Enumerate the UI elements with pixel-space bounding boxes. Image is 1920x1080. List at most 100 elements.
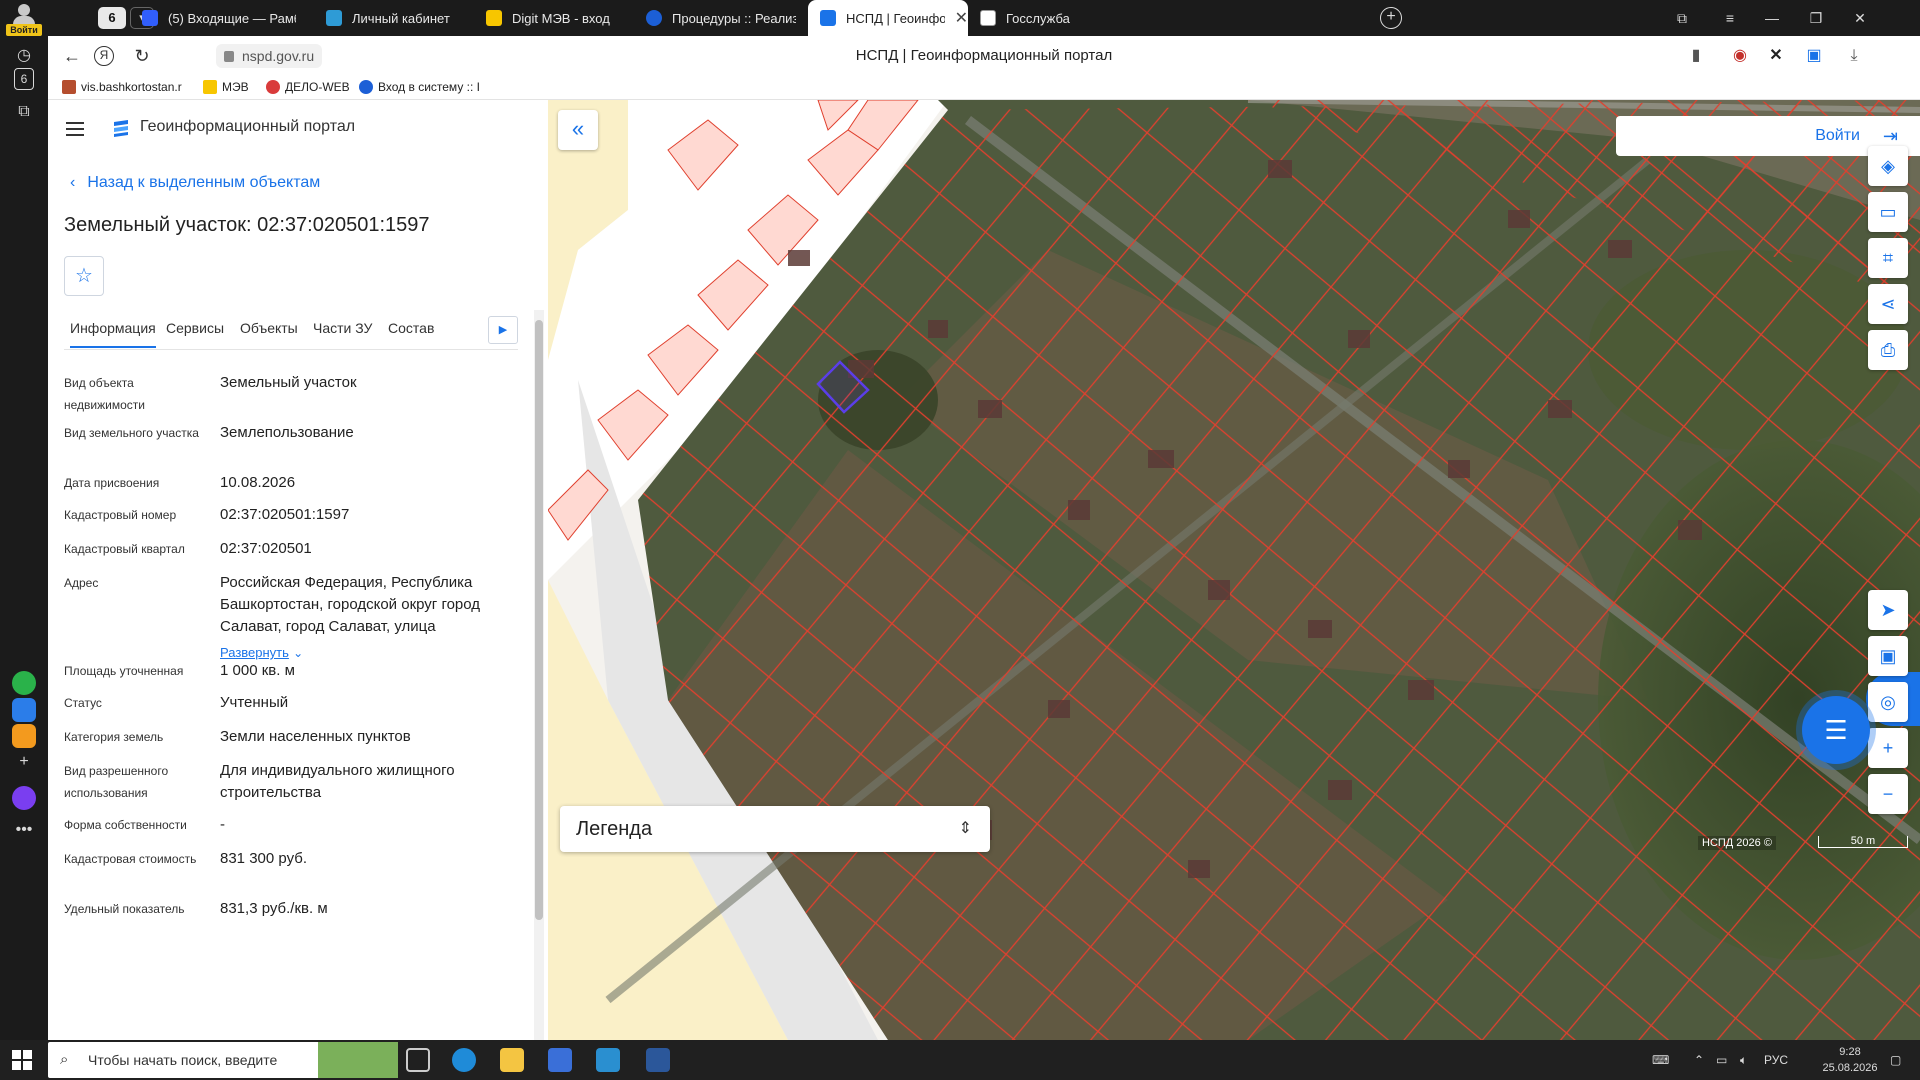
map-copyright: НСПД 2026 © xyxy=(1698,836,1776,850)
tab-composition[interactable]: Состав xyxy=(388,320,434,336)
tab-cabinet[interactable]: Личный кабинет xyxy=(314,0,474,36)
profile-badge: Войти xyxy=(6,24,42,36)
map-canvas[interactable] xyxy=(548,100,1920,1040)
object-panel: Геоинформационный портал ‹ Назад к выделе… xyxy=(48,100,548,1040)
sidebar-app-icon[interactable] xyxy=(12,724,36,748)
notification-icon[interactable]: ▢ xyxy=(1890,1040,1901,1080)
zoom-out-button[interactable]: − xyxy=(1868,774,1908,814)
extension-icon[interactable]: ✕ xyxy=(1764,44,1788,68)
network-icon[interactable]: ▭ xyxy=(1716,1040,1727,1080)
panel-scrollbar[interactable] xyxy=(534,300,544,1040)
bookmark-vis[interactable]: vis.bashkortostan.r xyxy=(62,80,182,94)
bookmark-mev[interactable]: МЭВ xyxy=(203,80,249,94)
tab-strip: 6 ▾ (5) Входящие — Рамблер Личный кабине… xyxy=(48,0,1920,36)
tab-information[interactable]: Информация xyxy=(70,320,156,348)
volume-icon[interactable]: 🔈︎ xyxy=(1740,1040,1747,1080)
taskbar-search[interactable]: ⌕ Чтобы начать поиск, введите xyxy=(48,1042,398,1078)
extension-icon[interactable]: ◉ xyxy=(1728,44,1752,68)
bookmark-delo[interactable]: ДЕЛО-WEB xyxy=(266,80,350,94)
file-explorer-icon[interactable] xyxy=(500,1048,524,1072)
mail-icon xyxy=(142,10,158,26)
tab-rambler[interactable]: (5) Входящие — Рамблер xyxy=(130,0,296,36)
tab-parts[interactable]: Части ЗУ xyxy=(313,320,372,336)
reload-icon[interactable]: ↻ xyxy=(130,44,154,68)
new-tab-button[interactable]: + xyxy=(1380,7,1402,29)
tabs-scroll-right-icon[interactable]: ▶ xyxy=(488,316,518,344)
restore-button[interactable]: ❐ xyxy=(1794,0,1838,36)
windows-start-icon[interactable] xyxy=(12,1050,32,1070)
bookmark-icon[interactable]: ▮ xyxy=(1684,44,1708,68)
close-tab-icon[interactable]: ✕ xyxy=(955,8,968,28)
url-field[interactable]: nspd.gov.ru xyxy=(216,44,323,68)
site-icon xyxy=(486,10,502,26)
sidebar-app-icon[interactable] xyxy=(12,698,36,722)
share-icon[interactable]: ⋖ xyxy=(1868,284,1908,324)
tab-gossluzhba[interactable]: Госслужба xyxy=(968,0,1128,36)
system-clock[interactable]: 9:28 25.08.2026 xyxy=(1820,1044,1880,1076)
yandex-icon[interactable]: Я xyxy=(94,46,114,66)
word-icon[interactable] xyxy=(646,1048,670,1072)
alice-icon[interactable] xyxy=(12,786,36,810)
more-icon[interactable]: ••• xyxy=(12,818,36,842)
menu-icon[interactable] xyxy=(66,122,84,136)
history-icon[interactable]: ◷ xyxy=(12,44,36,68)
lock-icon xyxy=(224,51,234,62)
yandex-browser-icon[interactable] xyxy=(548,1048,572,1072)
app-icon[interactable] xyxy=(596,1048,620,1072)
minimap-icon[interactable]: ▣ xyxy=(1868,636,1908,676)
bookmarks-bar: vis.bashkortostan.r МЭВ ДЕЛО-WEB Вход в … xyxy=(48,76,1920,100)
add-icon[interactable]: + xyxy=(12,750,36,774)
chevron-down-icon: ⌄ xyxy=(293,646,304,660)
page-title: НСПД | Геоинформационный портал xyxy=(855,47,1113,64)
portal-title: Геоинформационный портал xyxy=(140,118,356,135)
bookmark-login[interactable]: Вход в систему :: I xyxy=(359,80,480,94)
chevron-updown-icon[interactable]: ⇕ xyxy=(959,806,972,852)
print-icon[interactable]: ⎙ xyxy=(1868,330,1908,370)
select-area-icon[interactable]: ⌗ xyxy=(1868,238,1908,278)
tab-digit[interactable]: Digit МЭВ - вход xyxy=(474,0,634,36)
bookmark-pin-icon[interactable]: ⧉ xyxy=(1660,0,1704,36)
tab-nspd[interactable]: НСПД | Геоинформаци ✕ xyxy=(808,0,968,36)
browser-sidebar: Войти ◷ 6 ⧉ + ••• xyxy=(0,0,48,1040)
tab-procedures[interactable]: Процедуры :: Реализация xyxy=(634,0,796,36)
tab-services[interactable]: Сервисы xyxy=(166,320,224,336)
ruler-icon[interactable]: ▭ xyxy=(1868,192,1908,232)
legend-panel[interactable]: Легенда ⇕ xyxy=(560,806,990,852)
portal-logo-icon xyxy=(114,120,128,137)
close-window-button[interactable]: ✕ xyxy=(1838,0,1882,36)
tabs-counter-icon[interactable]: 6 xyxy=(14,68,34,90)
notifications-icon[interactable]: ≡ xyxy=(1708,0,1752,36)
locate-icon[interactable]: ➤ xyxy=(1868,590,1908,630)
site-icon xyxy=(646,10,662,26)
back-to-selection-link[interactable]: ‹ Назад к выделенным объектам xyxy=(70,174,320,192)
address-bar: НСПД | Геоинформационный портал ← Я ↻ ns… xyxy=(48,36,1920,76)
keyboard-icon[interactable]: ⌨ xyxy=(1652,1040,1669,1080)
tab-counter[interactable]: 6 xyxy=(98,7,126,29)
edge-icon[interactable] xyxy=(452,1048,476,1072)
language-indicator[interactable]: РУС xyxy=(1764,1040,1788,1080)
zoom-in-button[interactable]: + xyxy=(1868,728,1908,768)
expand-address-link[interactable]: Развернуть xyxy=(220,645,289,660)
nspd-icon xyxy=(820,10,836,26)
chat-icon[interactable]: ☰ xyxy=(1802,696,1870,764)
tray-chevron-up-icon[interactable]: ⌃ xyxy=(1694,1040,1704,1080)
extension-icon[interactable]: ▣ xyxy=(1802,44,1826,68)
layers-icon[interactable]: ◈ xyxy=(1868,146,1908,186)
chevron-left-icon: ‹ xyxy=(70,174,76,191)
task-view-icon[interactable] xyxy=(406,1048,430,1072)
panel-tabs: Информация Сервисы Объекты Части ЗУ Сост… xyxy=(64,310,518,350)
tab-objects[interactable]: Объекты xyxy=(240,320,298,336)
windows-taskbar: ⌕ Чтобы начать поиск, введите ⌨ ⌃ ▭ 🔈︎ Р… xyxy=(0,1040,1920,1080)
collapse-panel-button[interactable]: « xyxy=(558,110,598,150)
object-title: Земельный участок: 02:37:020501:1597 xyxy=(64,214,430,236)
sidebar-app-icon[interactable] xyxy=(12,671,36,695)
favorite-star-button[interactable]: ☆ xyxy=(64,256,104,296)
search-location-icon[interactable]: ◎ xyxy=(1868,682,1908,722)
profile-avatar[interactable]: Войти xyxy=(6,2,42,36)
map-view[interactable]: « Войти⇥ ◈ ▭ ⌗ ⋖ ⎙ ✎ ➤ ▣ ◎ + − ☰ Легенда… xyxy=(548,100,1920,1040)
back-icon[interactable]: ← xyxy=(60,44,84,68)
downloads-icon[interactable]: ⤓ xyxy=(1842,44,1866,68)
screenshot-icon[interactable]: ⧉ xyxy=(12,100,36,124)
minimize-button[interactable]: — xyxy=(1750,0,1794,36)
scale-bar: 50 m xyxy=(1818,836,1908,848)
